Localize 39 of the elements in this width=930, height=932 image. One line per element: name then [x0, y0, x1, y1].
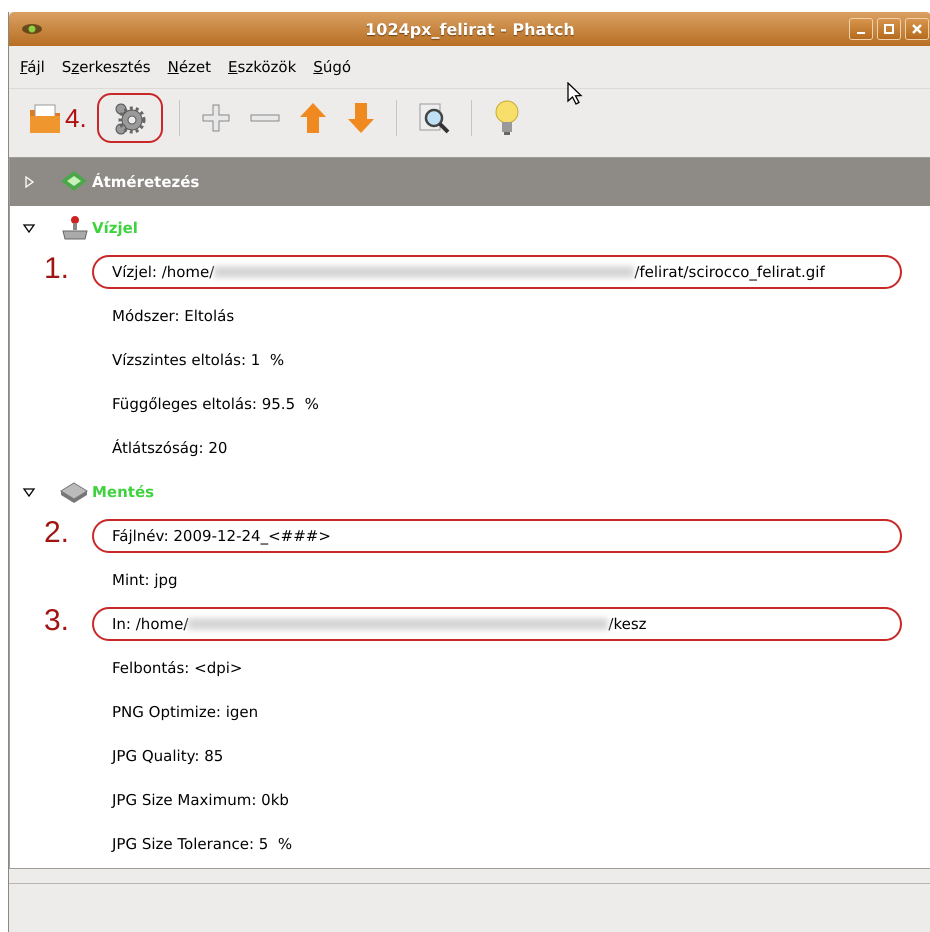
- light-bulb-icon: [494, 99, 520, 137]
- up-arrow-icon: [298, 101, 328, 135]
- magnifier-icon: [416, 101, 451, 135]
- close-button[interactable]: [905, 18, 929, 40]
- menu-item[interactable]: Fájl: [19, 56, 46, 78]
- option-item[interactable]: Átlátszóság: 20: [92, 431, 902, 465]
- down-arrow-icon: [346, 101, 376, 135]
- option-item[interactable]: Fájlnév: 2009-12-24_<###>: [92, 519, 902, 553]
- option-item[interactable]: Vízjel: /home/ /felirat/scirocco_felirat.gif: [92, 255, 902, 289]
- maximize-icon: [883, 23, 895, 35]
- mouse-cursor-icon: [567, 82, 583, 106]
- option-item[interactable]: Módszer: Eltolás: [92, 299, 902, 333]
- option-item[interactable]: JPG Size Tolerance: 5 %: [92, 827, 902, 861]
- option-item[interactable]: Vízszintes eltolás: 1 %: [92, 343, 902, 377]
- maximize-button[interactable]: [877, 18, 901, 40]
- option-item[interactable]: JPG Size Maximum: 0kb: [92, 783, 902, 817]
- option-item[interactable]: Felbontás: <dpi>: [92, 651, 902, 685]
- annotation-number: 4.: [65, 105, 87, 131]
- toolbar-button[interactable]: [96, 93, 163, 143]
- menu-item[interactable]: Szerkesztés: [60, 56, 152, 78]
- minus-icon: [250, 114, 280, 122]
- minimize-button[interactable]: [849, 18, 873, 40]
- minimize-icon: [857, 32, 865, 34]
- option-item[interactable]: PNG Optimize: igen: [92, 695, 902, 729]
- annotation-number: 2.: [44, 516, 70, 550]
- option-item[interactable]: In: /home/ /kesz: [92, 607, 902, 641]
- annotation-number: 3.: [44, 604, 70, 638]
- close-icon: [911, 23, 923, 35]
- option-item[interactable]: Függőleges eltolás: 95.5 %: [92, 387, 902, 421]
- menu-item[interactable]: Nézet: [166, 56, 212, 78]
- menu-item[interactable]: Eszközök: [227, 56, 298, 78]
- annotation-number: 1.: [44, 252, 70, 286]
- menu-item[interactable]: Súgó: [312, 56, 352, 78]
- stamp-icon: [60, 215, 88, 241]
- option-item[interactable]: JPG Quality: 85: [92, 739, 902, 773]
- window-title: 1024px_felirat - Phatch: [364, 20, 576, 38]
- plus-icon: [200, 102, 232, 134]
- option-item[interactable]: Mint: jpg: [92, 563, 902, 597]
- eye-icon: [21, 23, 43, 35]
